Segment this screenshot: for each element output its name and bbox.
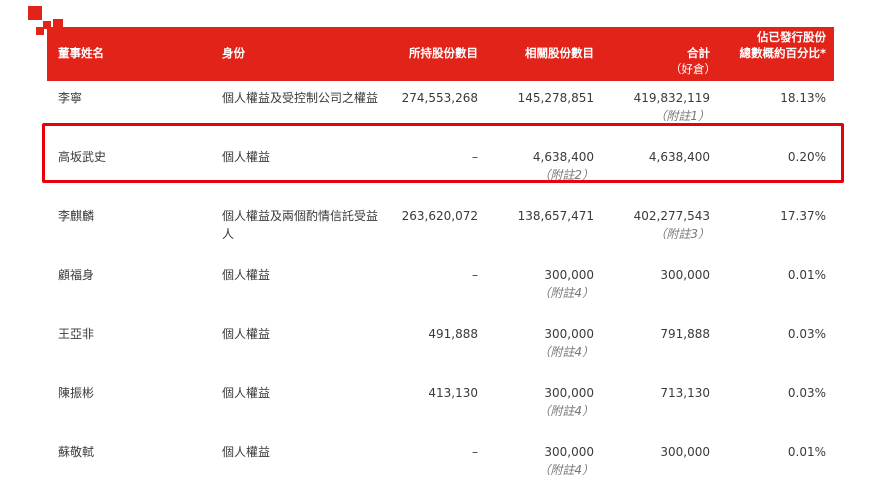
director-name: 王亞非 [58, 327, 95, 341]
percentage: 0.03% [787, 327, 826, 341]
percentage: 0.03% [787, 386, 826, 400]
table-row: 陳振彬 個人權益 413,130 300,000 （附註4） 713,130 0.03% [47, 376, 834, 435]
table-header: 董事姓名 身份 所持股份數目 相關股份數目 合計 （好倉） 佔已發行股份 總數概… [47, 27, 834, 81]
header-capacity: 身份 [222, 46, 245, 60]
total-shares: 402,277,543 [633, 209, 710, 223]
related-note: （附註4） [538, 345, 594, 359]
total-shares: 713,130 [660, 386, 710, 400]
related-shares: 300,000 [544, 386, 594, 400]
header-related-shares: 相關股份數目 [525, 46, 594, 60]
director-name: 李寧 [58, 91, 83, 105]
header-pct-sub: 總數概約百分比* [739, 46, 826, 60]
header-total-sub: （好倉） [670, 62, 716, 76]
capacity: 個人權益及兩個酌情信託受益人 [222, 209, 379, 241]
logo-square-tiny [36, 27, 44, 35]
related-shares: 138,657,471 [517, 209, 594, 223]
total-shares: 300,000 [660, 445, 710, 459]
header-pct: 佔已發行股份 [757, 30, 826, 44]
director-name: 李麒麟 [58, 209, 95, 223]
highlight-box [42, 123, 844, 183]
related-shares: 145,278,851 [517, 91, 594, 105]
total-shares: 300,000 [660, 268, 710, 282]
percentage: 17.37% [780, 209, 826, 223]
related-note: （附註4） [538, 404, 594, 418]
percentage: 0.01% [787, 445, 826, 459]
own-shares: 263,620,072 [401, 209, 478, 223]
related-note: （附註4） [538, 286, 594, 300]
directors-interest-table: 董事姓名 身份 所持股份數目 相關股份數目 合計 （好倉） 佔已發行股份 總數概… [47, 27, 834, 494]
director-name: 蘇敬軾 [58, 445, 95, 459]
table-row: 王亞非 個人權益 491,888 300,000 （附註4） 791,888 0.03% [47, 317, 834, 376]
total-shares: 419,832,119 [633, 91, 710, 105]
own-shares: – [472, 268, 478, 282]
header-total: 合計 [687, 46, 710, 60]
capacity: 個人權益 [222, 445, 271, 459]
capacity: 個人權益及受控制公司之權益 [222, 91, 379, 105]
total-note: （附註3） [654, 227, 710, 241]
total-shares: 791,888 [660, 327, 710, 341]
own-shares: 413,130 [428, 386, 478, 400]
logo-square-large [28, 6, 42, 20]
table-row: 蘇敬軾 個人權益 – 300,000 （附註4） 300,000 0.01% [47, 435, 834, 494]
director-name: 顧福身 [58, 268, 95, 282]
related-shares: 300,000 [544, 327, 594, 341]
percentage: 0.01% [787, 268, 826, 282]
header-own-shares: 所持股份數目 [409, 46, 478, 60]
own-shares: – [472, 445, 478, 459]
table-row: 顧福身 個人權益 – 300,000 （附註4） 300,000 0.01% [47, 258, 834, 317]
related-note: （附註4） [538, 463, 594, 477]
header-name: 董事姓名 [58, 46, 104, 60]
own-shares: 491,888 [428, 327, 478, 341]
capacity: 個人權益 [222, 386, 271, 400]
director-name: 陳振彬 [58, 386, 95, 400]
related-shares: 300,000 [544, 445, 594, 459]
capacity: 個人權益 [222, 327, 271, 341]
table-row: 李麒麟 個人權益及兩個酌情信託受益人 263,620,072 138,657,471 4… [47, 199, 834, 258]
related-shares: 300,000 [544, 268, 594, 282]
percentage: 18.13% [780, 91, 826, 105]
own-shares: 274,553,268 [401, 91, 478, 105]
capacity: 個人權益 [222, 268, 271, 282]
